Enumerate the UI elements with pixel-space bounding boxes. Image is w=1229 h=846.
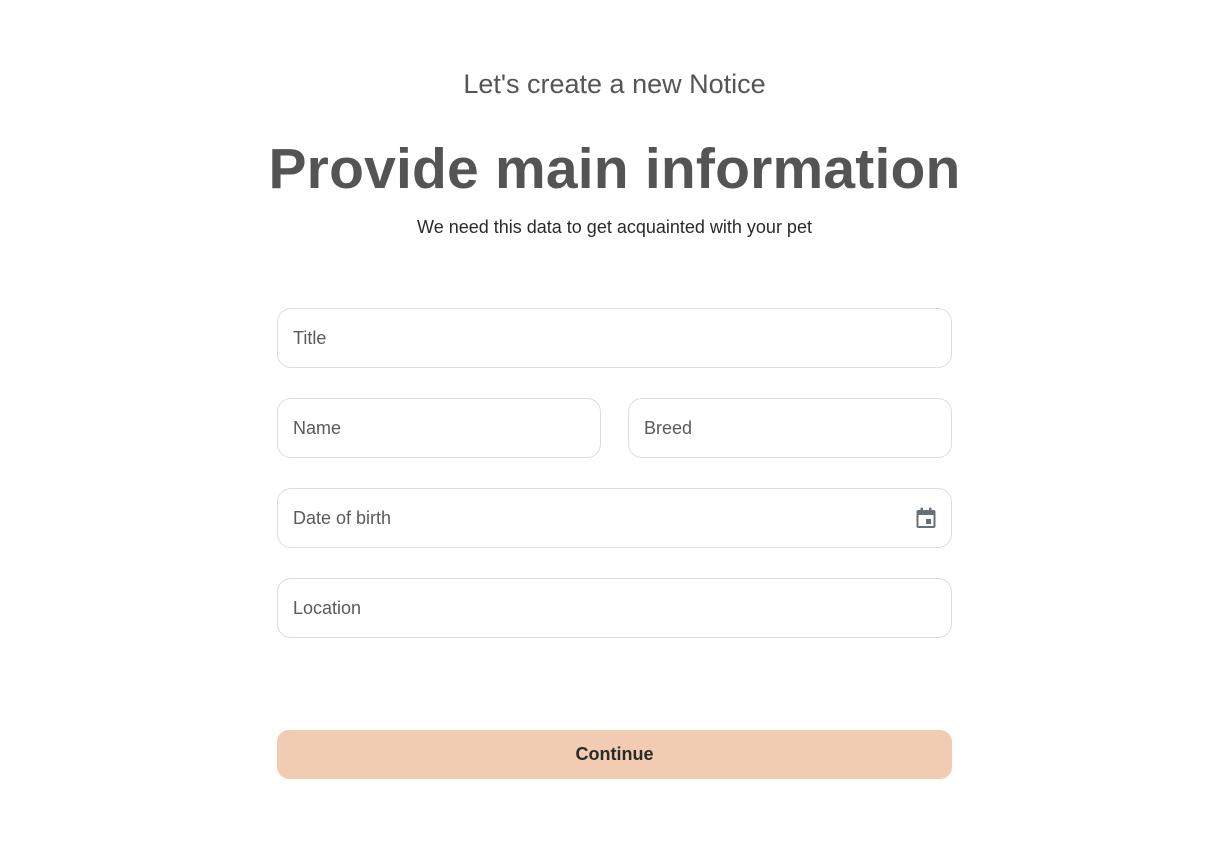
title-field	[277, 308, 952, 368]
continue-button[interactable]: Continue	[277, 730, 952, 779]
name-input[interactable]	[278, 399, 600, 457]
page-subtitle: We need this data to get acquainted with…	[417, 217, 812, 237]
create-notice-page: Let's create a new Notice Provide main i…	[0, 0, 1229, 846]
title-input[interactable]	[278, 309, 951, 367]
name-field	[277, 398, 601, 458]
breed-field	[628, 398, 952, 458]
page-kicker: Let's create a new Notice	[463, 69, 766, 99]
calendar-icon[interactable]	[914, 506, 938, 530]
date-of-birth-field	[277, 488, 952, 548]
breed-input[interactable]	[629, 399, 951, 457]
page-title: Provide main information	[268, 137, 961, 201]
location-field	[277, 578, 952, 638]
date-of-birth-input[interactable]	[278, 489, 951, 547]
location-input[interactable]	[278, 579, 951, 637]
